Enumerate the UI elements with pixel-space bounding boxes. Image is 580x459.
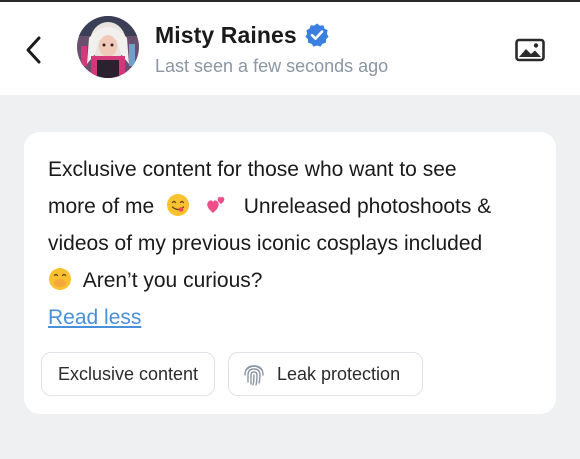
two-hearts-emoji xyxy=(207,196,225,213)
face-savoring-food-emoji xyxy=(167,194,190,216)
chat-profile-screen: Misty Raines Last seen a few seconds ago… xyxy=(0,0,580,459)
exclusive-content-label: Exclusive content xyxy=(57,363,199,384)
image-icon xyxy=(515,38,545,62)
chat-header: Misty Raines Last seen a few seconds ago xyxy=(0,2,580,95)
name-row: Misty Raines xyxy=(155,19,330,51)
about-text-segment: more of me xyxy=(48,195,155,218)
media-gallery-button[interactable] xyxy=(515,38,545,62)
exclusive-content-tag[interactable]: Exclusive content xyxy=(41,352,215,396)
face-with-hand-over-mouth-emoji xyxy=(49,268,71,290)
about-line: videos of my previous iconic cosplays in… xyxy=(48,232,483,255)
verified-badge-icon xyxy=(305,23,329,47)
about-line: Exclusive content for those who want to … xyxy=(48,158,457,181)
back-button[interactable] xyxy=(22,32,46,68)
last-seen-status: Last seen a few seconds ago xyxy=(155,56,389,76)
about-text: Exclusive content for those who want to … xyxy=(48,151,538,299)
about-line: Aren’t you curious? xyxy=(48,262,538,299)
chevron-left-icon xyxy=(26,36,41,64)
profile-name[interactable]: Misty Raines xyxy=(155,22,297,49)
leak-protection-label: Leak protection xyxy=(277,363,401,384)
about-text-segment: Unreleased photoshoots & xyxy=(243,195,492,218)
about-line: more of me Unreleased photoshoots & xyxy=(48,188,538,225)
about-card: Exclusive content for those who want to … xyxy=(24,132,556,414)
leak-protection-tag[interactable]: Leak protection xyxy=(228,352,423,396)
about-text-segment: Aren’t you curious? xyxy=(82,269,263,292)
read-less-link[interactable]: Read less xyxy=(48,306,141,330)
fingerprint-icon xyxy=(244,365,264,386)
avatar[interactable] xyxy=(77,16,139,78)
